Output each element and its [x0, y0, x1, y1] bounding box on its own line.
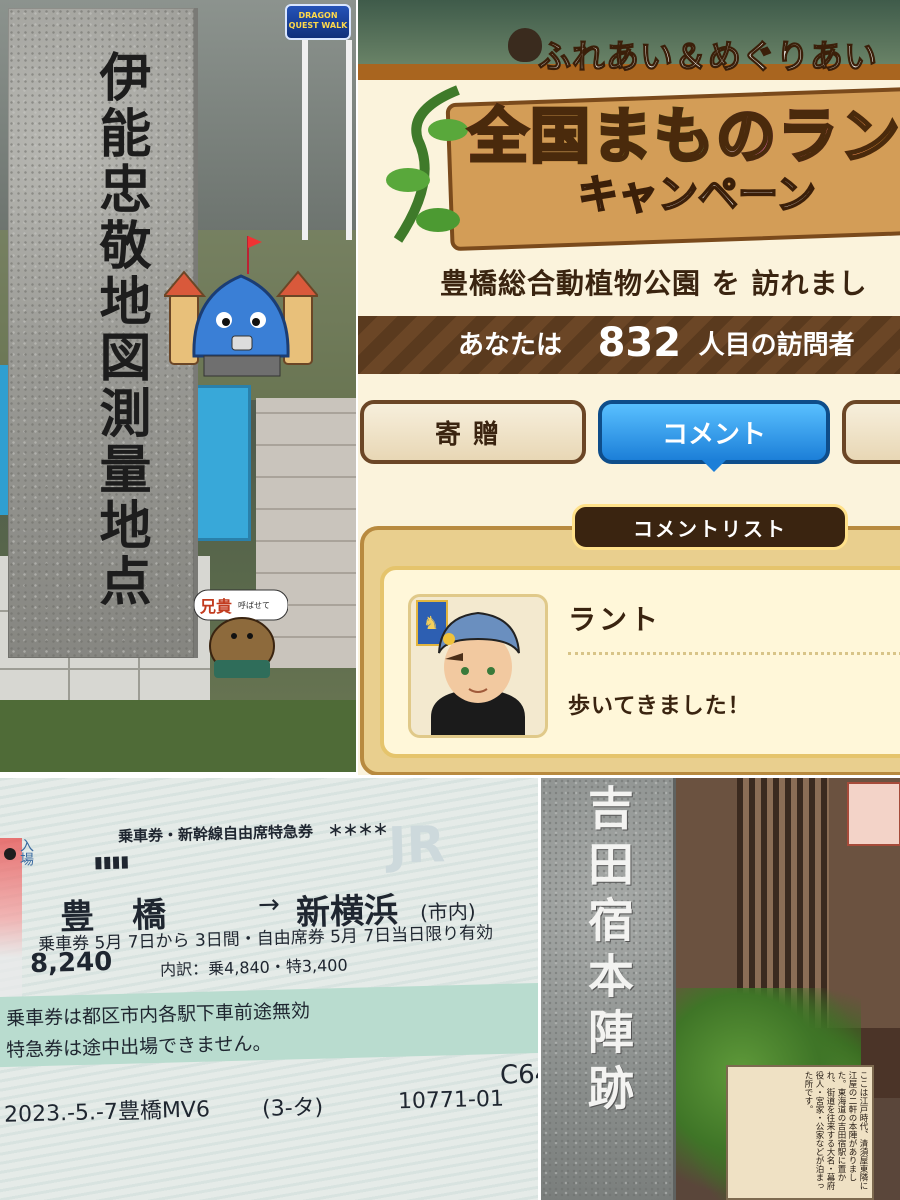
castle-slime-monster-icon[interactable] — [164, 236, 318, 386]
svg-text:呼ばせて: 呼ばせて — [238, 600, 270, 610]
visitor-suffix: 人目の訪問者 — [698, 330, 855, 361]
plaque-text: ここは江戸時代、清須屋東隣に江屋の二軒の本陣がありました。東海道の吉田宿駅に置か… — [803, 1071, 868, 1190]
dragon-quest-walk-logo: DRAGON QUEST WALK — [285, 4, 351, 40]
ticket-header: 乗車券・新幹線自由席特急券 ＊＊＊＊ — [117, 820, 389, 846]
campaign-label: キャンペーン — [577, 171, 817, 219]
campaign-subtitle: ふれあい＆めぐりあい — [537, 36, 878, 76]
comment-list-title: コメントリスト — [572, 504, 848, 550]
ticket-number: 10771-01 — [397, 1086, 505, 1115]
ticket-sequence: (3-タ) — [261, 1095, 324, 1122]
monument-photo-panel: 伊能忠敬地図測量地点 DRAGON QUEST WALK 兄貴 呼ばせて — [0, 0, 356, 772]
slime-icon — [508, 28, 542, 62]
svg-text:♞: ♞ — [423, 613, 439, 634]
grass-ground — [0, 700, 356, 772]
ticket-code: C64 — [499, 1059, 538, 1091]
selected-tab-pointer — [702, 460, 726, 472]
user-avatar[interactable]: ♞ — [408, 594, 548, 738]
price-breakdown: 内訳：乗4,840・特3,400 — [159, 955, 348, 980]
tab-more[interactable] — [842, 400, 900, 464]
white-railing — [302, 40, 352, 240]
visitor-count: あなたは 832 人目の訪問者 — [458, 320, 855, 366]
pillar-inscription: 吉田宿本陣跡 — [581, 784, 635, 1120]
train-ticket-panel: 入場 乗車券・新幹線自由席特急券 ＊＊＊＊ JR ▮▮▮▮ 豊橋 → 新横浜 (… — [0, 778, 538, 1200]
issue-info: 2023.-5.-7豊橋MV6 — [3, 1097, 211, 1128]
visitor-prefix: あなたは — [458, 330, 563, 361]
brother-monster-sticker: 兄貴 呼ばせて — [194, 589, 288, 678]
entry-stamp: 入場 — [18, 838, 34, 866]
monument-inscription: 伊能忠敬地図測量地点 — [90, 50, 151, 610]
game-screen-panel: ふれあい＆めぐりあい 全国まものラン キャンペーン 豊橋総合動植物公園 を 訪れ… — [358, 0, 900, 775]
ticket-price: 8,240 — [29, 946, 113, 980]
small-red-sign — [847, 782, 900, 846]
collage: 伊能忠敬地図測量地点 DRAGON QUEST WALK 兄貴 呼ばせて ふれあ… — [0, 0, 900, 1200]
tab-comment[interactable]: コメント — [598, 400, 830, 464]
tab-gift[interactable]: 寄贈 — [360, 400, 586, 464]
ticket-marks: ▮▮▮▮ — [93, 851, 130, 872]
comment-username: ラント — [568, 603, 662, 636]
jr-watermark: JR — [387, 815, 446, 875]
history-plaque: ここは江戸時代、清須屋東隣に江屋の二軒の本陣がありました。東海道の吉田宿駅に置か… — [726, 1065, 874, 1200]
visit-message: 豊橋総合動植物公園 を 訪れまし — [440, 267, 868, 300]
avatar-portrait-icon: ♞ — [416, 600, 525, 735]
svg-text:兄貴: 兄貴 — [199, 597, 232, 616]
visitor-number: 832 — [597, 320, 682, 366]
punch-hole — [4, 848, 16, 860]
comment-message: 歩いてきました！ — [568, 694, 751, 719]
divider — [568, 652, 900, 655]
yoshida-monument-panel: 吉田宿本陣跡 ここは江戸時代、清須屋東隣に江屋の二軒の本陣がありました。東海道の… — [541, 778, 900, 1200]
route-arrow: → — [257, 889, 281, 921]
